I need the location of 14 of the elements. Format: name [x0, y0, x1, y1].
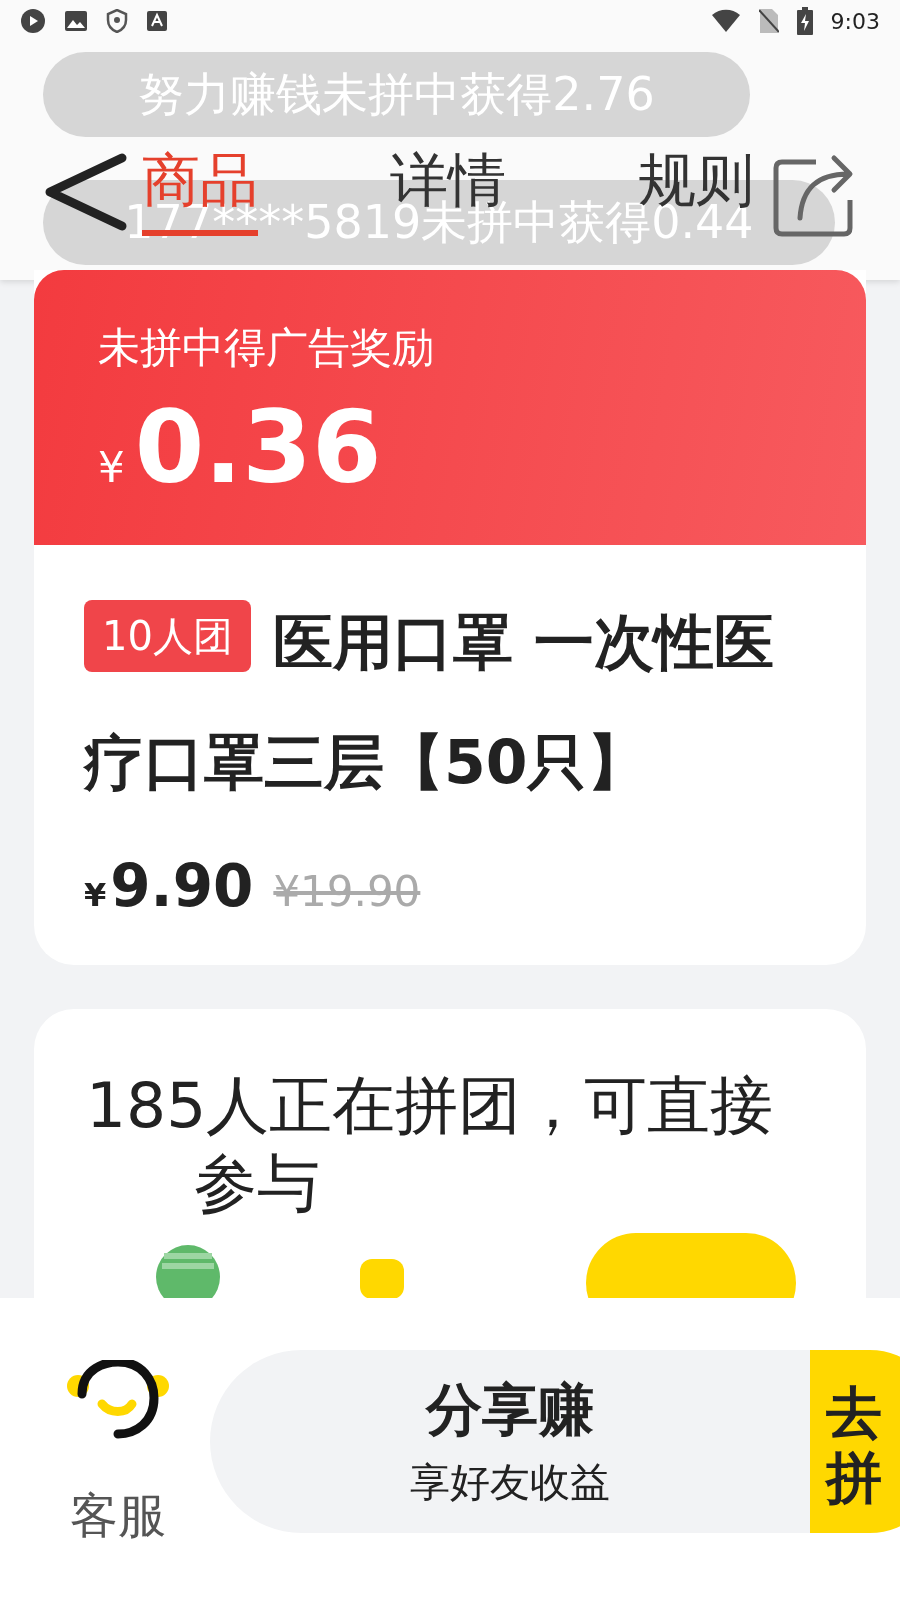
join-group-button[interactable]: 去拼: [810, 1350, 900, 1533]
currency-symbol: ¥: [98, 443, 125, 492]
customer-service-button[interactable]: 客服: [58, 1360, 178, 1548]
group-count-text: 185人正在拼团，可直接参与: [86, 1068, 775, 1222]
reward-label: 未拼中得广告奖励: [98, 322, 434, 374]
product-title-line: 医用口罩 一次性医: [272, 607, 774, 677]
product-price: 9.90: [110, 852, 254, 920]
status-time: 9:03: [830, 8, 880, 34]
share-earn-button[interactable]: 分享赚 享好友收益: [210, 1350, 810, 1533]
group-size-tag: 10人团: [84, 600, 251, 672]
product-title-line: 疗口罩三层【50只】: [84, 727, 648, 797]
currency-symbol: ¥: [84, 876, 107, 914]
reward-amount: 0.36: [134, 398, 382, 498]
original-price: ¥19.90: [273, 867, 421, 916]
